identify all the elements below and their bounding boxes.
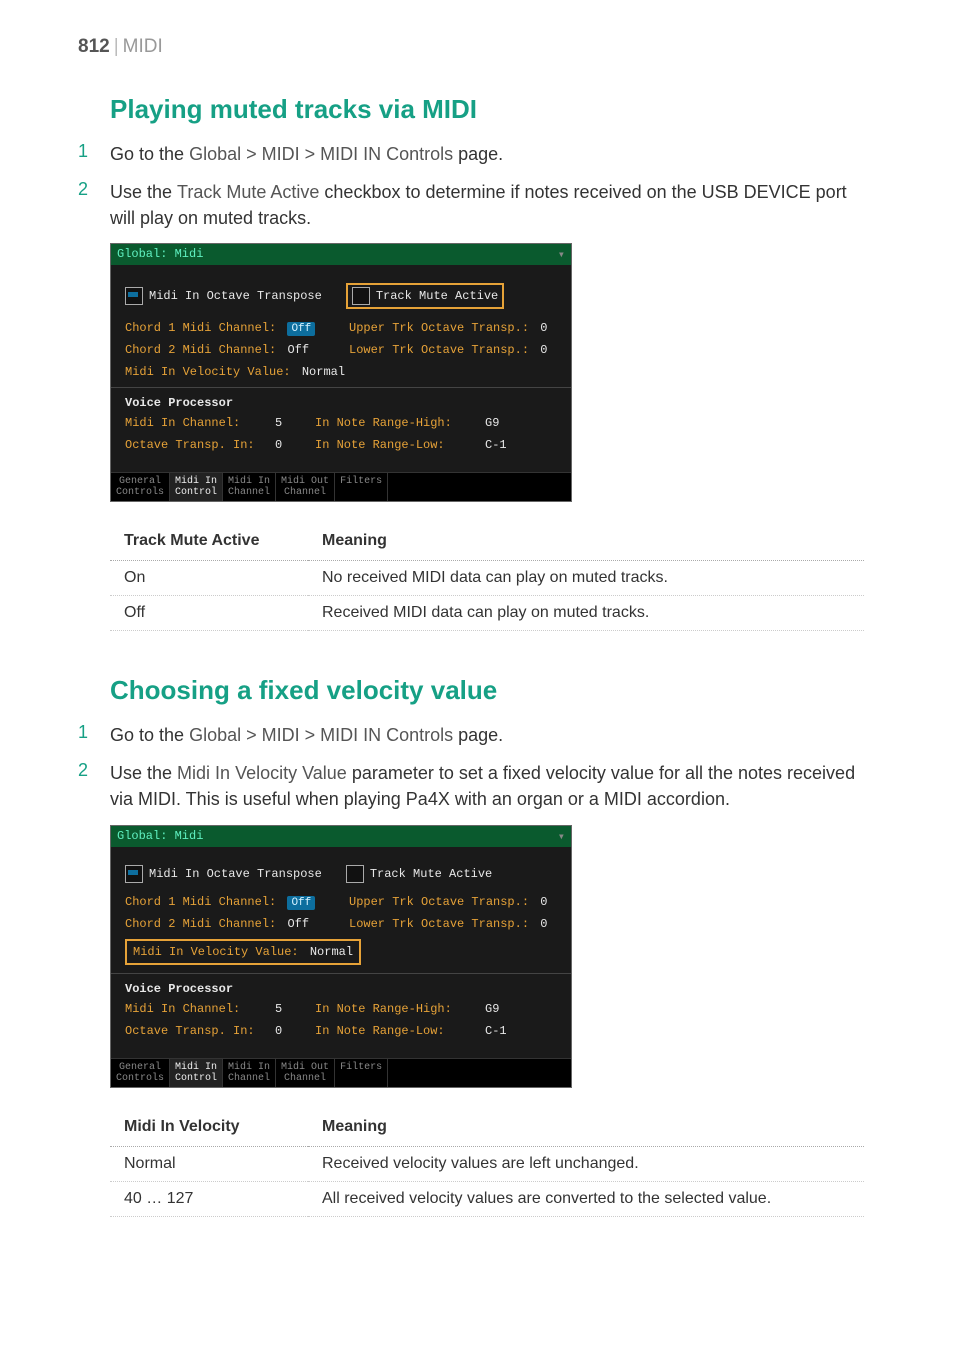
checkbox-icon (125, 287, 143, 305)
velocity-highlight: Midi In Velocity Value: Normal (125, 939, 361, 965)
velocity-label: Midi In Velocity Value: (125, 365, 291, 379)
tab-midi-out-channel[interactable]: Midi OutChannel (276, 1059, 335, 1087)
chord1-label: Chord 1 Midi Channel: (125, 895, 276, 909)
chord1-label: Chord 1 Midi Channel: (125, 321, 276, 335)
voice-processor-header: Voice Processor (125, 396, 557, 410)
table1-header2: Meaning (308, 522, 864, 561)
vp-note-high-label: In Note Range-High: (315, 416, 481, 430)
checkbox-icon (346, 865, 364, 883)
chord1-value[interactable]: Off (287, 322, 315, 336)
upper-transp-value[interactable]: 0 (540, 895, 547, 909)
vp-channel-value[interactable]: 5 (275, 1002, 315, 1016)
tab-midi-in-control[interactable]: Midi InControl (170, 473, 223, 501)
vp-octave-value[interactable]: 0 (275, 438, 315, 452)
midi-in-octave-transpose-checkbox[interactable]: Midi In Octave Transpose (125, 865, 322, 883)
lower-transp-value[interactable]: 0 (540, 343, 547, 357)
section2-title: Choosing a fixed velocity value (110, 675, 864, 706)
vp-octave-label: Octave Transp. In: (125, 1024, 271, 1038)
vp-note-low-value[interactable]: C-1 (485, 1024, 535, 1038)
vp-note-high-value[interactable]: G9 (485, 1002, 535, 1016)
table-row: 40 … 127 All received velocity values ar… (110, 1181, 864, 1216)
panel-title: Global: Midi (117, 247, 203, 262)
panel-titlebar: Global: Midi ▾ (111, 826, 571, 847)
track-mute-active-checkbox[interactable]: Track Mute Active (346, 865, 492, 883)
midi-in-velocity-table: Midi In Velocity Meaning Normal Received… (110, 1108, 864, 1217)
page-number: 812 (78, 36, 110, 57)
vp-note-high-label: In Note Range-High: (315, 1002, 481, 1016)
lower-transp-label: Lower Trk Octave Transp.: (349, 917, 529, 931)
lower-transp-value[interactable]: 0 (540, 917, 547, 931)
table-row: Off Received MIDI data can play on muted… (110, 596, 864, 631)
chord1-value[interactable]: Off (287, 896, 315, 910)
tab-filters[interactable]: Filters (335, 473, 388, 501)
midi-in-octave-transpose-checkbox[interactable]: Midi In Octave Transpose (125, 287, 322, 305)
table-row: On No received MIDI data can play on mut… (110, 561, 864, 596)
tab-general-controls[interactable]: GeneralControls (111, 1059, 170, 1087)
step1-number: 1 (78, 722, 110, 748)
vp-note-low-value[interactable]: C-1 (485, 438, 535, 452)
step2-number: 2 (78, 179, 110, 231)
checkbox-icon (352, 287, 370, 305)
step1-number: 1 (78, 141, 110, 167)
panel-title: Global: Midi (117, 829, 203, 844)
panel-menu-icon[interactable]: ▾ (558, 247, 565, 262)
section1-title: Playing muted tracks via MIDI (110, 94, 864, 125)
upper-transp-value[interactable]: 0 (540, 321, 547, 335)
tab-filters[interactable]: Filters (335, 1059, 388, 1087)
lower-transp-label: Lower Trk Octave Transp.: (349, 343, 529, 357)
tab-midi-in-channel[interactable]: Midi InChannel (223, 1059, 276, 1087)
table2-header1: Midi In Velocity (110, 1108, 308, 1147)
step1-text: Go to the Global > MIDI > MIDI IN Contro… (110, 141, 864, 167)
tab-general-controls[interactable]: GeneralControls (111, 473, 170, 501)
velocity-label: Midi In Velocity Value: (133, 945, 299, 959)
global-midi-panel-1: Global: Midi ▾ Midi In Octave Transpose … (110, 243, 572, 502)
chord2-label: Chord 2 Midi Channel: (125, 917, 276, 931)
vp-octave-value[interactable]: 0 (275, 1024, 315, 1038)
voice-processor-header: Voice Processor (125, 982, 557, 996)
panel-titlebar: Global: Midi ▾ (111, 244, 571, 265)
breadcrumb-path: Global > MIDI > MIDI IN Controls (189, 725, 453, 745)
table2-header2: Meaning (308, 1108, 864, 1147)
upper-transp-label: Upper Trk Octave Transp.: (349, 895, 529, 909)
page-section: MIDI (123, 36, 163, 57)
checkbox-icon (125, 865, 143, 883)
vp-channel-label: Midi In Channel: (125, 1002, 271, 1016)
global-midi-panel-2: Global: Midi ▾ Midi In Octave Transpose … (110, 825, 572, 1088)
vp-channel-value[interactable]: 5 (275, 416, 315, 430)
track-mute-active-checkbox[interactable]: Track Mute Active (346, 283, 504, 309)
upper-transp-label: Upper Trk Octave Transp.: (349, 321, 529, 335)
vp-channel-label: Midi In Channel: (125, 416, 271, 430)
track-mute-active-table: Track Mute Active Meaning On No received… (110, 522, 864, 631)
breadcrumb-path: Global > MIDI > MIDI IN Controls (189, 144, 453, 164)
tab-midi-in-control[interactable]: Midi InControl (170, 1059, 223, 1087)
step2-text: Use the Midi In Velocity Value parameter… (110, 760, 864, 812)
chord2-value[interactable]: Off (287, 343, 309, 357)
table1-header1: Track Mute Active (110, 522, 308, 561)
velocity-value[interactable]: Normal (302, 365, 345, 379)
tab-midi-out-channel[interactable]: Midi OutChannel (276, 473, 335, 501)
vp-note-low-label: In Note Range-Low: (315, 438, 481, 452)
chord2-label: Chord 2 Midi Channel: (125, 343, 276, 357)
panel-menu-icon[interactable]: ▾ (558, 829, 565, 844)
step2-number: 2 (78, 760, 110, 812)
vp-note-high-value[interactable]: G9 (485, 416, 535, 430)
tab-midi-in-channel[interactable]: Midi InChannel (223, 473, 276, 501)
velocity-value[interactable]: Normal (310, 945, 353, 959)
step2-text: Use the Track Mute Active checkbox to de… (110, 179, 864, 231)
step1-text: Go to the Global > MIDI > MIDI IN Contro… (110, 722, 864, 748)
vp-note-low-label: In Note Range-Low: (315, 1024, 481, 1038)
vp-octave-label: Octave Transp. In: (125, 438, 271, 452)
page-header: 812|MIDI (78, 36, 864, 58)
table-row: Normal Received velocity values are left… (110, 1146, 864, 1181)
chord2-value[interactable]: Off (287, 917, 309, 931)
